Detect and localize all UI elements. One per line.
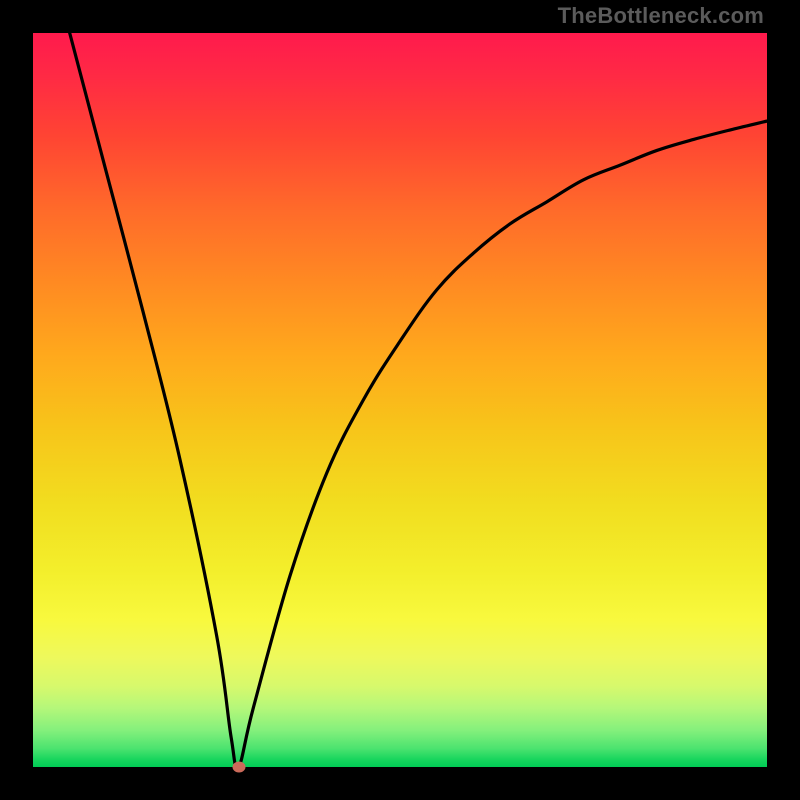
chart-frame: TheBottleneck.com <box>0 0 800 800</box>
minimum-marker <box>232 762 245 773</box>
bottleneck-curve <box>33 33 767 767</box>
plot-area <box>33 33 767 767</box>
watermark-text: TheBottleneck.com <box>558 3 764 29</box>
